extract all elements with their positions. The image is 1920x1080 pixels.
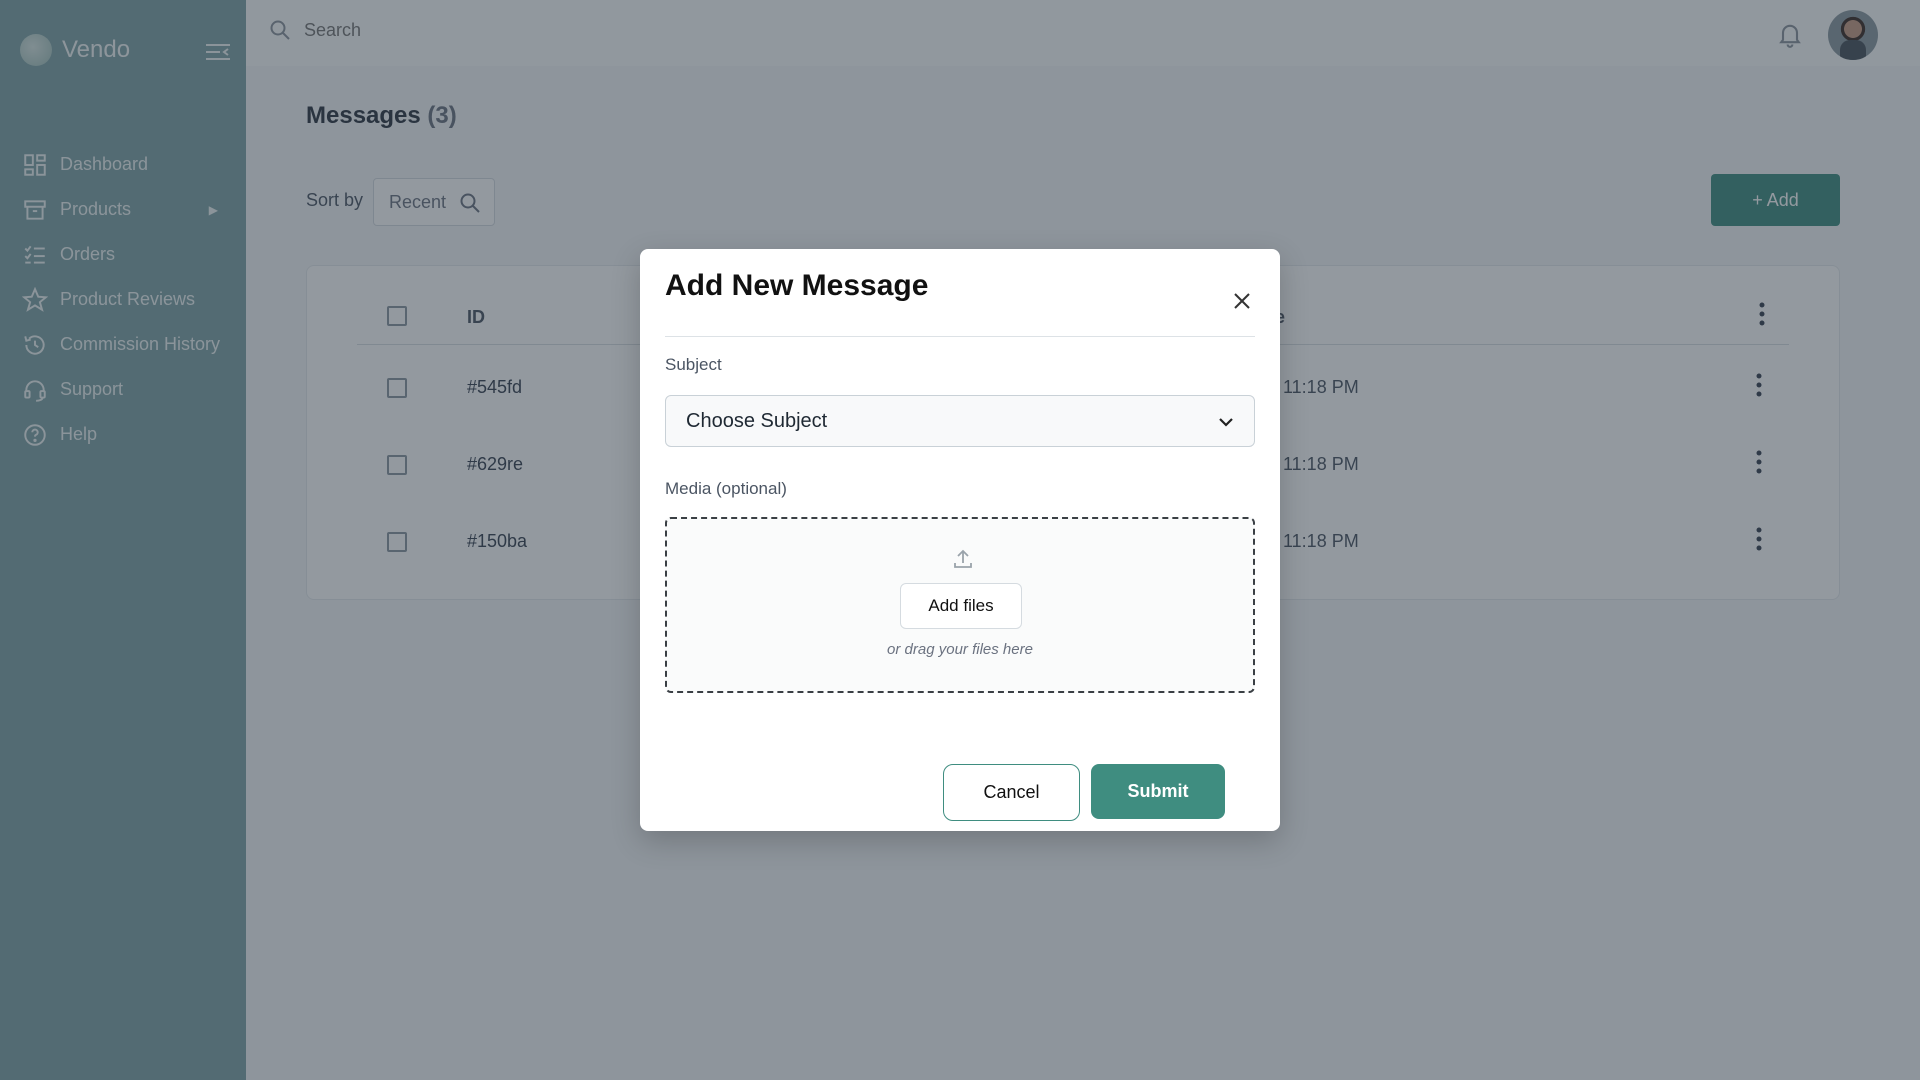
modal-divider — [665, 336, 1255, 337]
modal-title: Add New Message — [665, 269, 929, 302]
cancel-button[interactable]: Cancel — [943, 764, 1080, 821]
drag-hint: or drag your files here — [887, 641, 1033, 658]
media-label: Media (optional) — [665, 479, 787, 498]
chevron-down-icon — [1219, 418, 1233, 427]
submit-button[interactable]: Submit — [1091, 764, 1225, 819]
close-icon[interactable] — [1230, 289, 1254, 313]
add-files-button[interactable]: Add files — [900, 583, 1022, 629]
add-message-modal: Add New Message Subject Choose Subject M… — [640, 249, 1280, 831]
upload-icon — [954, 549, 972, 568]
subject-value: Choose Subject — [686, 409, 828, 432]
file-dropzone[interactable]: Add files or drag your files here — [665, 517, 1255, 693]
subject-label: Subject — [665, 355, 722, 374]
subject-select[interactable]: Choose Subject — [665, 395, 1255, 447]
